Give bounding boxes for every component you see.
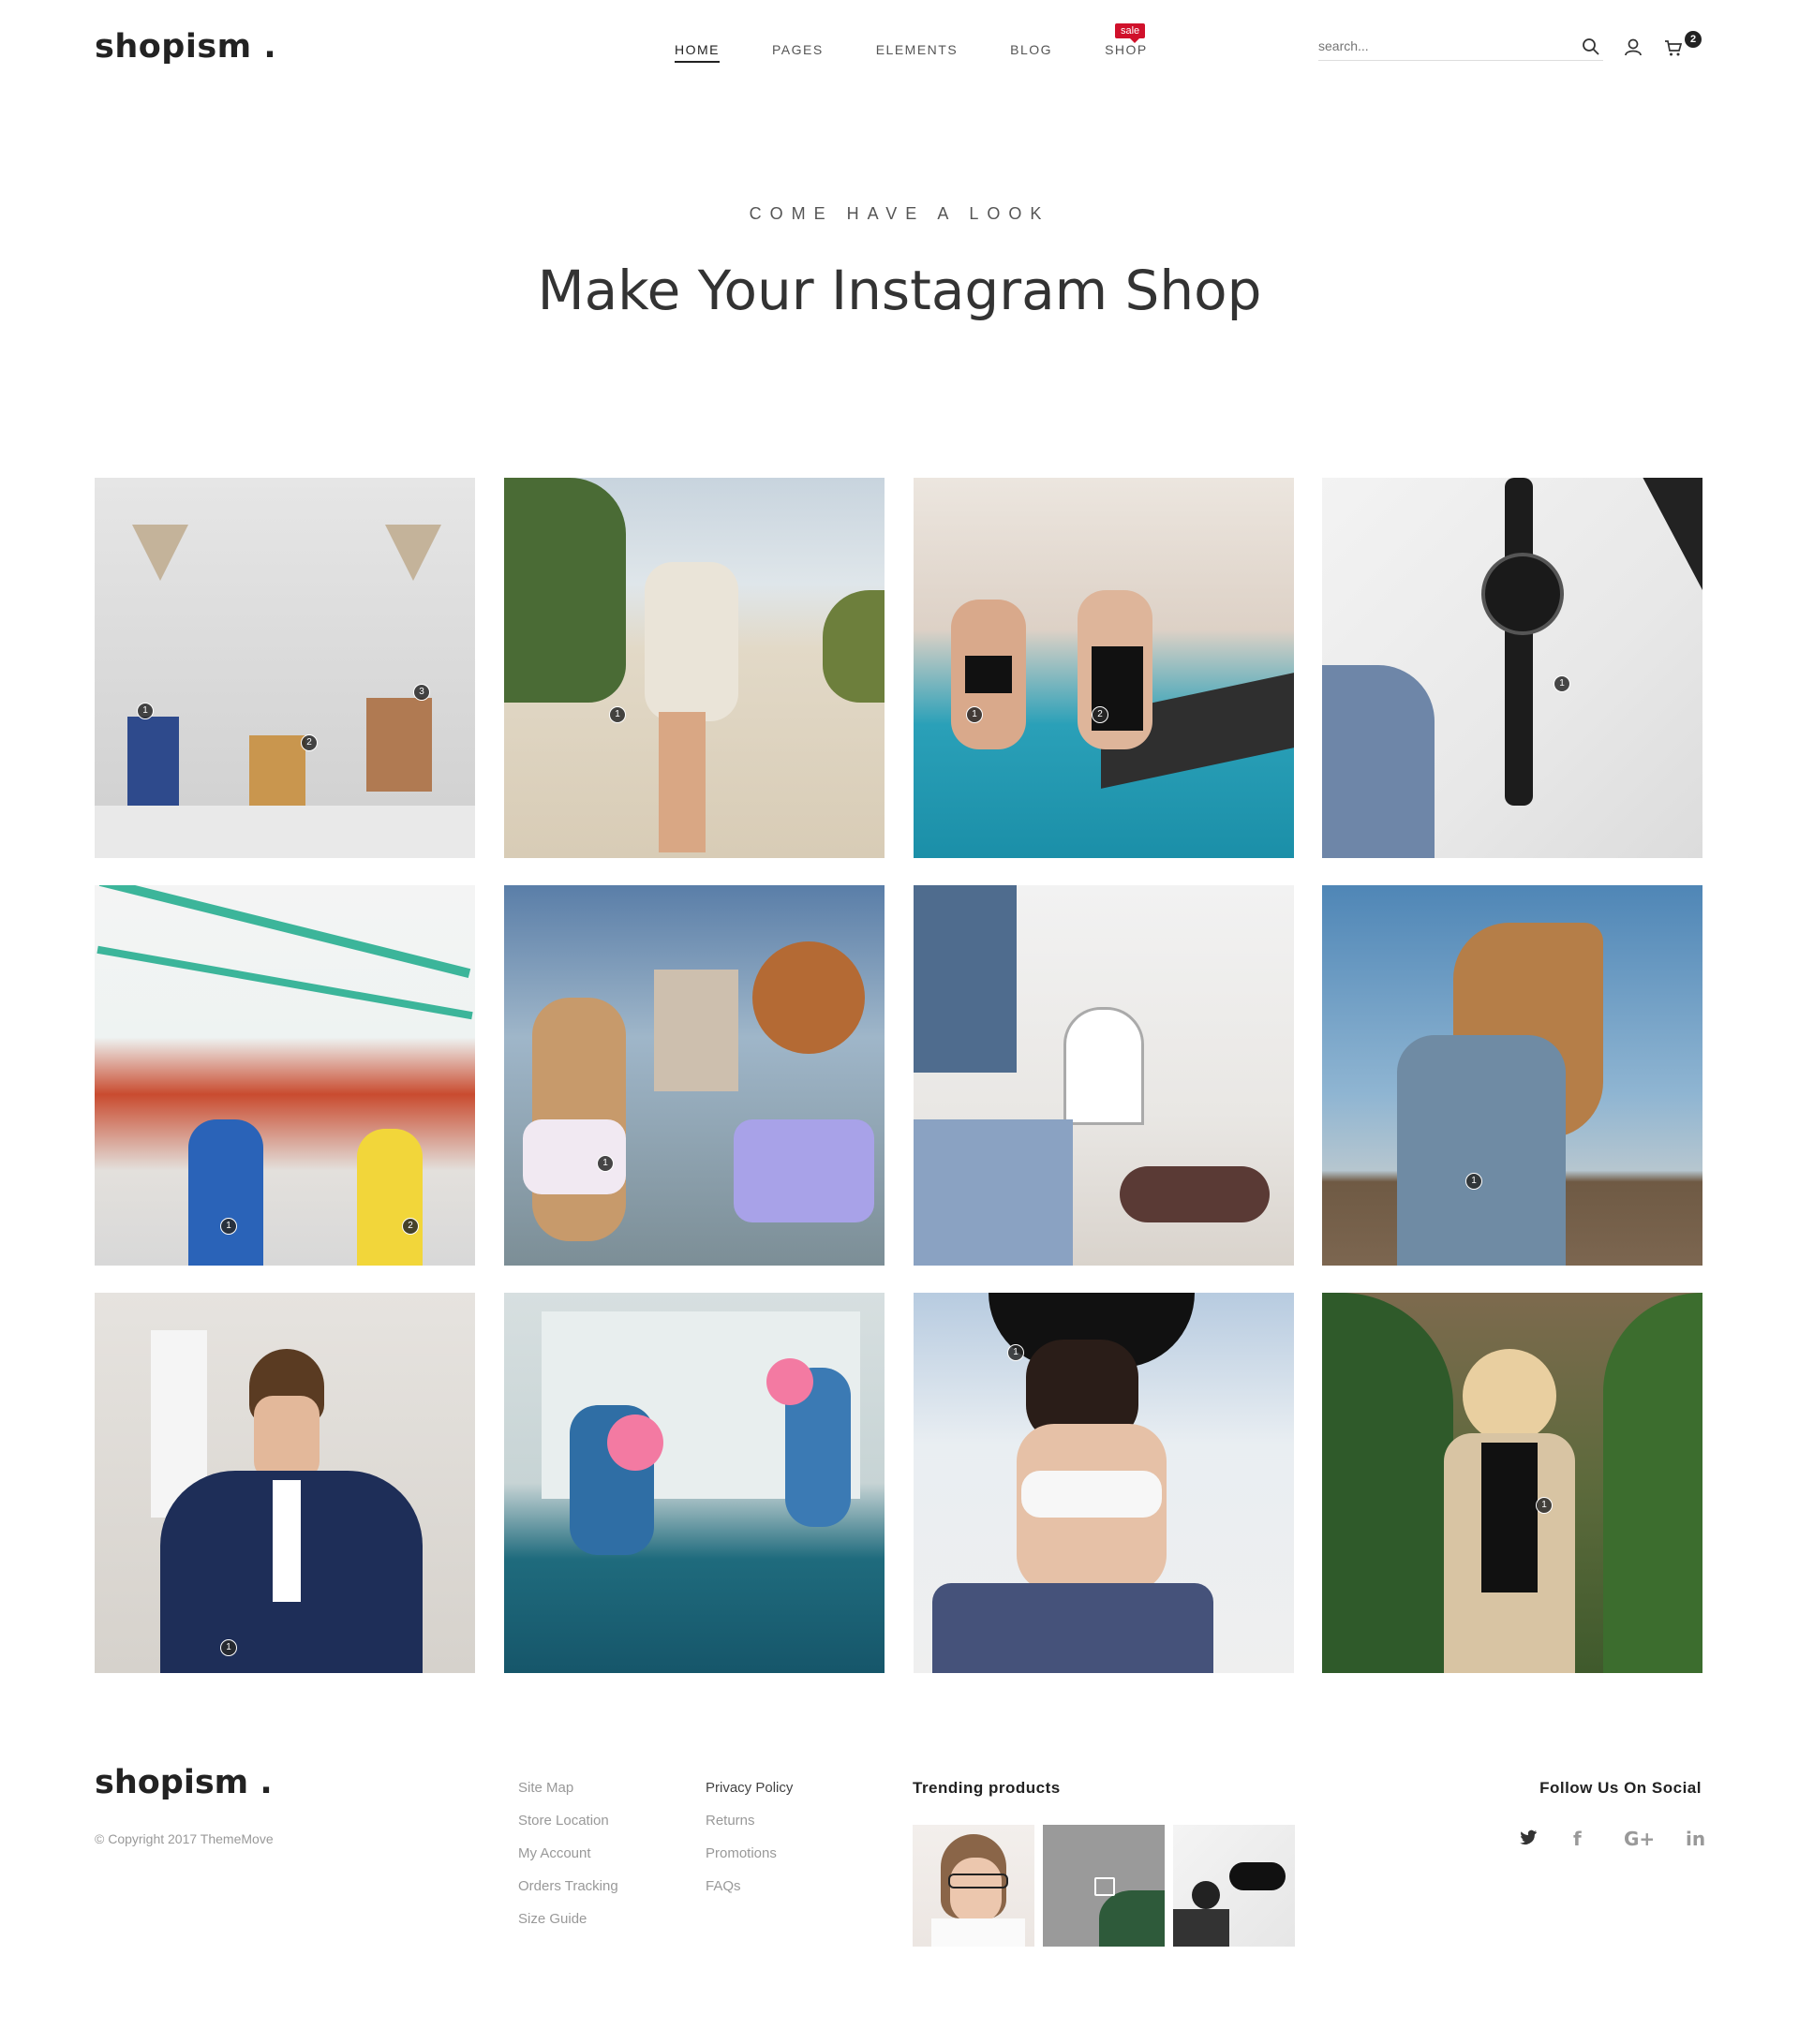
google-plus-icon[interactable]: G+ xyxy=(1624,1828,1655,1850)
product-pin[interactable]: 1 xyxy=(137,703,154,719)
nav-blog[interactable]: BLOG xyxy=(1010,42,1052,63)
footer-link-returns[interactable]: Returns xyxy=(706,1813,755,1829)
gallery-tile[interactable]: 1 xyxy=(504,885,885,1266)
footer-link-privacy-policy[interactable]: Privacy Policy xyxy=(706,1780,793,1796)
gallery-tile[interactable]: 1 xyxy=(1322,1293,1702,1673)
gallery-tile[interactable] xyxy=(914,885,1294,1266)
account-button[interactable] xyxy=(1624,37,1643,61)
product-pin[interactable]: 1 xyxy=(1465,1173,1482,1190)
cart-button[interactable] xyxy=(1664,38,1683,62)
product-pin[interactable]: 1 xyxy=(966,706,983,723)
search-button[interactable] xyxy=(1582,37,1600,61)
logo[interactable]: shopism . xyxy=(95,28,276,66)
bag-icon xyxy=(1094,1877,1115,1896)
footer-link-store-location[interactable]: Store Location xyxy=(518,1813,609,1829)
main-nav: HOME PAGES ELEMENTS BLOG SHOP xyxy=(675,42,1200,63)
nav-elements[interactable]: ELEMENTS xyxy=(876,42,958,63)
gallery-tile[interactable]: 1 xyxy=(95,1293,475,1673)
nav-home[interactable]: HOME xyxy=(675,42,720,63)
linkedin-icon[interactable]: in xyxy=(1686,1828,1705,1850)
footer-logo[interactable]: shopism . xyxy=(95,1764,273,1801)
copyright: © Copyright 2017 ThemeMove xyxy=(95,1831,274,1846)
product-pin[interactable]: 1 xyxy=(609,706,626,723)
product-pin[interactable]: 1 xyxy=(597,1155,614,1172)
product-pin[interactable]: 2 xyxy=(402,1218,419,1235)
gallery-tile[interactable] xyxy=(504,1293,885,1673)
section-subtitle: COME HAVE A LOOK xyxy=(749,204,1050,223)
product-pin[interactable]: 2 xyxy=(301,734,318,751)
product-pin[interactable]: 1 xyxy=(220,1218,237,1235)
footer-links-col2: Privacy Policy Returns Promotions FAQs xyxy=(706,1780,793,1911)
gallery-tile[interactable]: 1 2 3 xyxy=(95,478,475,858)
footer-link-promotions[interactable]: Promotions xyxy=(706,1845,777,1861)
cart-count-badge: 2 xyxy=(1685,31,1702,48)
product-pin[interactable]: 2 xyxy=(1092,706,1108,723)
gallery-tile[interactable]: 1 xyxy=(1322,885,1702,1266)
search-input[interactable] xyxy=(1318,34,1562,58)
product-pin[interactable]: 1 xyxy=(1554,675,1570,692)
product-pin[interactable]: 1 xyxy=(1536,1497,1553,1514)
gallery-tile[interactable]: 1 2 xyxy=(95,885,475,1266)
gallery-tile[interactable]: 1 2 xyxy=(914,478,1294,858)
trending-product-thumb[interactable] xyxy=(1173,1825,1295,1947)
search-box xyxy=(1318,34,1603,61)
footer-link-orders-tracking[interactable]: Orders Tracking xyxy=(518,1878,618,1894)
search-icon xyxy=(1583,38,1599,55)
follow-us-title: Follow Us On Social xyxy=(1539,1779,1702,1797)
gallery-tile[interactable]: 1 xyxy=(914,1293,1294,1673)
section-title: Make Your Instagram Shop xyxy=(537,259,1262,322)
site-header: shopism . HOME PAGES ELEMENTS BLOG SHOP … xyxy=(0,0,1799,112)
product-pin[interactable]: 3 xyxy=(413,684,430,701)
nav-shop[interactable]: SHOP xyxy=(1105,42,1148,63)
trending-product-thumb[interactable] xyxy=(913,1825,1034,1947)
twitter-icon[interactable] xyxy=(1519,1828,1538,1852)
sale-badge: sale xyxy=(1115,23,1146,43)
instagram-gallery: 1 2 3 1 1 2 1 1 2 1 1 1 1 1 xyxy=(95,478,1702,1673)
footer-link-site-map[interactable]: Site Map xyxy=(518,1780,573,1796)
footer-links-col1: Site Map Store Location My Account Order… xyxy=(518,1780,618,1944)
footer-link-size-guide[interactable]: Size Guide xyxy=(518,1911,587,1927)
product-pin[interactable]: 1 xyxy=(1007,1344,1024,1361)
trending-products-title: Trending products xyxy=(913,1779,1061,1797)
facebook-icon[interactable]: f xyxy=(1573,1828,1582,1850)
product-pin[interactable]: 1 xyxy=(220,1639,237,1656)
user-icon xyxy=(1625,38,1642,56)
twitter-icon-glyph xyxy=(1520,1829,1537,1845)
cart-icon xyxy=(1665,40,1683,56)
footer-link-faqs[interactable]: FAQs xyxy=(706,1878,741,1894)
gallery-tile[interactable]: 1 xyxy=(504,478,885,858)
footer-link-my-account[interactable]: My Account xyxy=(518,1845,591,1861)
trending-product-thumb[interactable] xyxy=(1043,1825,1165,1947)
gallery-tile[interactable]: 1 xyxy=(1322,478,1702,858)
nav-pages[interactable]: PAGES xyxy=(772,42,824,63)
